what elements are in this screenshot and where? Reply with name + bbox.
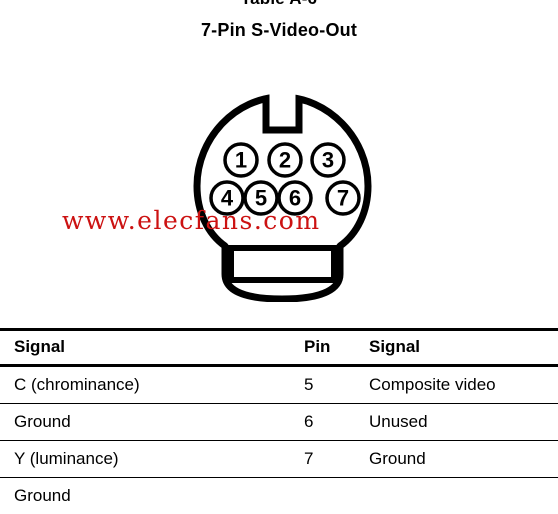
svg-text:1: 1	[235, 148, 247, 173]
cell-signal-left: Ground	[0, 478, 290, 514]
cell-signal-right	[355, 478, 558, 514]
connector-diagram: 1 2 3 4 5 6 7	[183, 94, 383, 302]
svg-text:3: 3	[322, 148, 334, 173]
connector-shroud-slot	[231, 248, 334, 280]
table-row: Ground	[0, 478, 558, 514]
title-block: Table A-6 7-Pin S-Video-Out	[0, 0, 558, 39]
svg-text:6: 6	[289, 186, 301, 211]
column-header-signal-right: Signal	[355, 330, 558, 366]
pin-7: 7	[327, 182, 359, 214]
svg-text:4: 4	[221, 186, 234, 211]
pin-4: 4	[211, 182, 243, 214]
cell-signal-left: C (chrominance)	[0, 366, 290, 404]
pin-5: 5	[245, 182, 277, 214]
table-number: Table A-6	[0, 0, 558, 7]
cell-signal-right: Composite video	[355, 366, 558, 404]
svg-text:7: 7	[337, 186, 349, 211]
cell-signal-left: Ground	[0, 404, 290, 441]
cell-pin: 7	[290, 441, 355, 478]
pin-3: 3	[312, 144, 344, 176]
table-row: Y (luminance) 7 Ground	[0, 441, 558, 478]
pin-2: 2	[269, 144, 301, 176]
connector-keyway-notch	[266, 97, 299, 130]
table-row: Ground 6 Unused	[0, 404, 558, 441]
pin-6: 6	[279, 182, 311, 214]
page-title: 7-Pin S-Video-Out	[0, 21, 558, 39]
cell-signal-left: Y (luminance)	[0, 441, 290, 478]
cell-pin: 5	[290, 366, 355, 404]
pinout-table: Signal Pin Signal C (chrominance) 5 Comp…	[0, 328, 558, 514]
cell-signal-right: Unused	[355, 404, 558, 441]
table-row: C (chrominance) 5 Composite video	[0, 366, 558, 404]
cell-signal-right: Ground	[355, 441, 558, 478]
cell-pin: 6	[290, 404, 355, 441]
cell-pin	[290, 478, 355, 514]
column-header-signal-left: Signal	[0, 330, 290, 366]
svg-text:2: 2	[279, 148, 291, 173]
column-header-pin: Pin	[290, 330, 355, 366]
svg-text:5: 5	[255, 186, 267, 211]
table-header-row: Signal Pin Signal	[0, 330, 558, 366]
pin-1: 1	[225, 144, 257, 176]
